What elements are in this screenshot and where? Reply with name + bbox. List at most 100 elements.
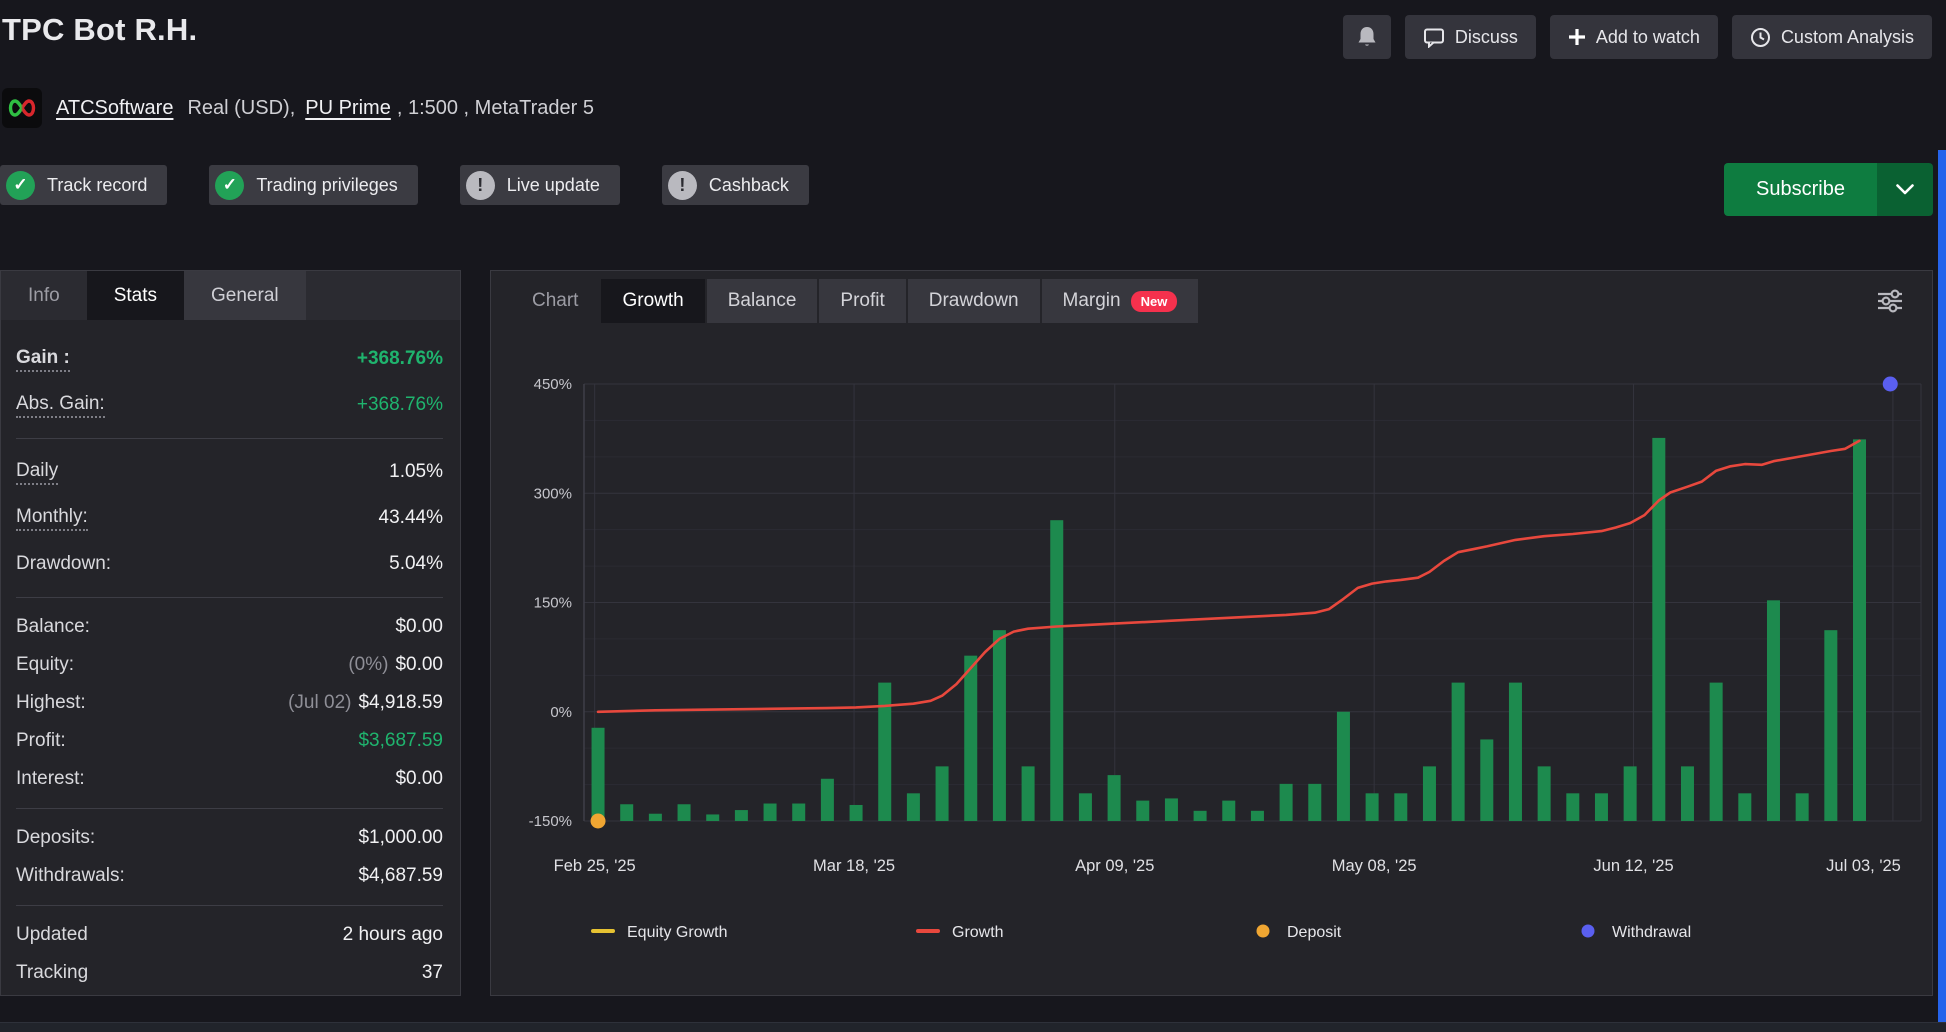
growth-line xyxy=(598,441,1860,712)
growth-chart[interactable]: 450%300%150%0%-150%Feb 25, '25Mar 18, '2… xyxy=(491,341,1934,981)
growth-bar xyxy=(1079,793,1092,821)
new-badge: New xyxy=(1131,291,1178,312)
stats-row-equity: Equity:(0%)$0.00 xyxy=(16,646,443,684)
tab-info[interactable]: Info xyxy=(1,271,87,320)
stats-value-note: (Jul 02) xyxy=(288,692,351,713)
x-tick-label: Feb 25, '25 xyxy=(554,857,636,875)
x-tick-label: Jul 03, '25 xyxy=(1826,857,1901,875)
exclamation-icon: ! xyxy=(668,171,697,200)
stats-divider xyxy=(16,438,443,439)
vendor-link[interactable]: ATCSoftware xyxy=(56,97,173,120)
chart-panel-tabs: ChartGrowthBalance Profit DrawdownMarginNe… xyxy=(511,279,1932,323)
y-tick-label: -150% xyxy=(529,813,572,830)
add-to-watch-label: Add to watch xyxy=(1596,27,1700,48)
growth-bar xyxy=(1050,520,1063,821)
stats-divider xyxy=(16,597,443,598)
growth-bar xyxy=(1337,712,1350,821)
notifications-button[interactable] xyxy=(1343,15,1391,59)
subscribe-label[interactable]: Subscribe xyxy=(1724,163,1877,216)
growth-bar xyxy=(1222,801,1235,821)
stats-label: Drawdown: xyxy=(16,553,111,575)
tab-chart[interactable]: Chart xyxy=(511,279,599,323)
custom-analysis-button[interactable]: Custom Analysis xyxy=(1732,15,1932,59)
stats-label[interactable]: Abs. Gain: xyxy=(16,393,105,418)
bell-icon xyxy=(1356,25,1378,49)
growth-bar xyxy=(1796,793,1809,821)
exclamation-icon: ! xyxy=(466,171,495,200)
tab-label: Profit xyxy=(840,290,884,312)
legend-item-deposit[interactable]: Deposit xyxy=(1257,924,1342,941)
stats-row-interest: Interest:$0.00 xyxy=(16,760,443,798)
y-tick-label: 0% xyxy=(550,704,572,721)
legend-item-growth[interactable]: Growth xyxy=(916,924,1004,941)
stats-value: 5.04% xyxy=(389,553,443,575)
tab-stats[interactable]: Stats xyxy=(87,271,184,320)
stats-label[interactable]: Monthly: xyxy=(16,506,88,531)
y-tick-label: 150% xyxy=(534,595,572,612)
legend-label: Equity Growth xyxy=(627,924,727,941)
stats-label: Highest: xyxy=(16,692,86,714)
tab-growth[interactable]: Growth xyxy=(601,279,704,323)
stats-divider xyxy=(16,905,443,906)
tab-balance[interactable]: Balance xyxy=(707,279,818,323)
tab-margin[interactable]: MarginNew xyxy=(1042,279,1199,323)
growth-bar xyxy=(1308,784,1321,821)
stats-list: Gain :+368.76%Abs. Gain:+368.76%Daily1.0… xyxy=(1,320,460,992)
chevron-down-icon xyxy=(1896,184,1914,195)
stats-label: Withdrawals: xyxy=(16,865,125,887)
growth-bar xyxy=(1108,775,1121,821)
next-section-edge xyxy=(0,1022,1946,1032)
legend-label: Withdrawal xyxy=(1612,924,1691,941)
stats-value: $0.00 xyxy=(395,616,443,638)
legend-line-marker xyxy=(916,929,940,933)
tab-profit[interactable]: Profit xyxy=(819,279,905,323)
add-to-watch-button[interactable]: Add to watch xyxy=(1550,15,1718,59)
stats-row-tracking: Tracking37 xyxy=(16,954,443,992)
legend-item-withdrawal[interactable]: Withdrawal xyxy=(1582,924,1692,941)
stats-value: $3,687.59 xyxy=(358,730,443,752)
growth-bar xyxy=(993,630,1006,821)
legend-item-equity-growth[interactable]: Equity Growth xyxy=(591,924,727,941)
y-tick-label: 300% xyxy=(534,485,572,502)
stats-value: $4,687.59 xyxy=(358,865,443,887)
growth-bar xyxy=(878,683,891,821)
growth-bar xyxy=(649,814,662,821)
stats-row-profit: Profit:$3,687.59 xyxy=(16,722,443,760)
chart-settings-icon[interactable] xyxy=(1874,285,1906,322)
legend-label: Deposit xyxy=(1287,924,1342,941)
growth-bar xyxy=(592,728,605,821)
check-icon: ✓ xyxy=(215,171,244,200)
badge-track-record[interactable]: ✓Track record xyxy=(0,165,167,205)
subscribe-dropdown[interactable] xyxy=(1877,163,1933,216)
legend-dot-marker xyxy=(1257,925,1270,938)
stats-label[interactable]: Gain : xyxy=(16,347,70,372)
discuss-button[interactable]: Discuss xyxy=(1405,15,1536,59)
stats-label[interactable]: Daily xyxy=(16,460,58,485)
stats-row-absgain: Abs. Gain:+368.76% xyxy=(16,382,443,428)
growth-bar xyxy=(706,814,719,821)
stats-label: Balance: xyxy=(16,616,90,638)
check-icon: ✓ xyxy=(6,171,35,200)
stats-label: Interest: xyxy=(16,768,85,790)
legend-dot-marker xyxy=(1582,925,1595,938)
stats-label: Tracking xyxy=(16,962,88,984)
header-actions: Discuss Add to watch Custom Analysis xyxy=(1343,15,1932,59)
growth-bar xyxy=(1280,784,1293,821)
stats-value: (0%)$0.00 xyxy=(348,654,443,676)
tab-general[interactable]: General xyxy=(184,271,306,320)
badge-trading-privileges[interactable]: ✓ Trading privileges xyxy=(209,165,417,205)
stats-value: 2 hours ago xyxy=(343,924,443,946)
discuss-icon xyxy=(1423,27,1445,48)
stats-row-withdrawals: Withdrawals: $4,687.59 xyxy=(16,857,443,895)
page: TPC Bot R.H. DiscussAdd to watchCustom A… xyxy=(0,0,1946,1032)
growth-bar xyxy=(1767,600,1780,821)
subscribe-button[interactable]: Subscribe xyxy=(1724,163,1933,216)
x-tick-label: May 08, '25 xyxy=(1332,857,1417,875)
stats-row-monthly: Monthly:43.44% xyxy=(16,495,443,541)
growth-bar xyxy=(764,804,777,821)
badge-label: Trading privileges xyxy=(256,175,397,196)
badge-cashback[interactable]: !Cashback xyxy=(662,165,809,205)
broker-link[interactable]: PU Prime xyxy=(305,97,391,120)
badge-live-update[interactable]: !Live update xyxy=(460,165,620,205)
tab-drawdown[interactable]: Drawdown xyxy=(908,279,1040,323)
